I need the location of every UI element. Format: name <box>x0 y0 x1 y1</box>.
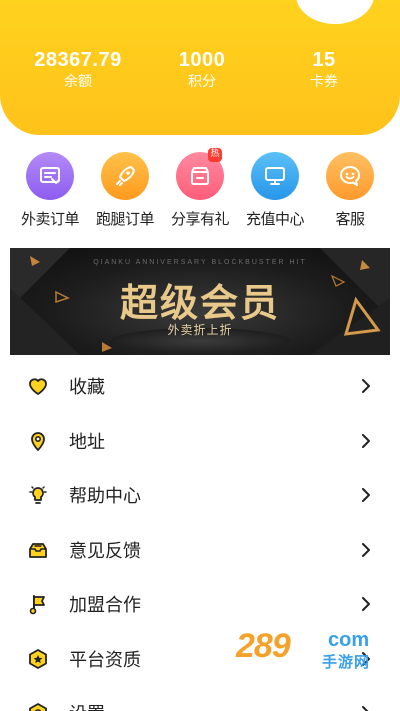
chevron-right-icon <box>359 433 373 448</box>
menu-label-favorites: 收藏 <box>69 377 105 399</box>
lightbulb-icon <box>27 484 49 506</box>
points-stat[interactable]: 1000 积分 <box>156 48 248 92</box>
takeout-orders-button[interactable]: 外卖订单 <box>14 152 86 232</box>
recharge-center-button[interactable]: 充值中心 <box>239 152 311 232</box>
account-header: 28367.79 余额 1000 积分 15 卡券 <box>0 0 400 135</box>
chevron-right-icon <box>359 379 373 394</box>
customer-service-button[interactable]: 客服 <box>314 152 386 232</box>
coupons-value: 15 <box>312 49 336 71</box>
customer-service-label: 客服 <box>335 210 365 228</box>
menu-item-help-center[interactable]: 帮助中心 <box>0 468 400 523</box>
balance-value: 28367.79 <box>34 49 122 71</box>
menu-label-feedback: 意见反馈 <box>69 540 141 562</box>
feedback-box-icon <box>27 539 49 561</box>
chevron-right-icon <box>359 706 373 711</box>
account-stats: 28367.79 余额 1000 积分 15 卡券 <box>0 48 400 92</box>
menu-item-settings[interactable]: 设置 <box>0 686 400 711</box>
takeout-orders-label: 外卖订单 <box>20 210 80 228</box>
badge-icon <box>27 648 49 670</box>
points-label: 积分 <box>188 74 216 90</box>
banner-subtitle: QIANKU ANNIVERSARY BLOCKBUSTER HIT <box>93 259 307 266</box>
menu-item-address[interactable]: 地址 <box>0 414 400 469</box>
super-member-banner[interactable]: QIANKU ANNIVERSARY BLOCKBUSTER HIT 超级会员 … <box>10 248 390 355</box>
menu-item-favorites[interactable]: 收藏 <box>0 359 400 414</box>
points-value: 1000 <box>178 49 226 71</box>
recharge-center-label: 充值中心 <box>245 210 305 228</box>
gift-shop-icon: 热 <box>176 148 224 200</box>
watermark-text: 手游网 <box>322 653 371 671</box>
share-gift-label: 分享有礼 <box>170 210 230 228</box>
balance-stat[interactable]: 28367.79 余额 <box>0 48 156 92</box>
heart-icon <box>27 375 49 397</box>
chevron-right-icon <box>359 597 373 612</box>
menu-label-franchise: 加盟合作 <box>69 595 141 617</box>
banner-tagline: 外卖折上折 <box>167 323 233 337</box>
flag-icon <box>27 593 49 615</box>
watermark-suffix: com <box>328 629 370 651</box>
smile-chat-icon <box>326 152 374 200</box>
quick-actions: 外卖订单 跑腿订单 热 分享有礼 充值中心 客服 <box>0 148 400 232</box>
avatar[interactable] <box>296 0 374 24</box>
watermark-number: 289 <box>236 627 291 665</box>
rocket-icon <box>101 152 149 200</box>
banner-title: 超级会员 <box>119 281 280 325</box>
site-watermark: 289 com 手游网 <box>236 627 386 675</box>
chevron-right-icon <box>359 542 373 557</box>
coupons-stat[interactable]: 15 卡券 <box>248 48 400 92</box>
share-gift-button[interactable]: 热 分享有礼 <box>164 148 236 232</box>
coupons-label: 卡券 <box>310 74 338 90</box>
balance-label: 余额 <box>64 74 92 90</box>
gear-icon <box>27 702 49 711</box>
location-icon <box>27 430 49 452</box>
errand-orders-button[interactable]: 跑腿订单 <box>89 152 161 232</box>
menu-item-feedback[interactable]: 意见反馈 <box>0 523 400 578</box>
receipt-icon <box>26 152 74 200</box>
errand-orders-label: 跑腿订单 <box>95 210 155 228</box>
chevron-right-icon <box>359 488 373 503</box>
monitor-icon <box>251 152 299 200</box>
menu-label-help-center: 帮助中心 <box>69 486 141 508</box>
menu-label-address: 地址 <box>69 431 105 453</box>
hot-badge: 热 <box>208 148 222 162</box>
menu-label-settings: 设置 <box>69 700 359 711</box>
menu-item-franchise[interactable]: 加盟合作 <box>0 577 400 632</box>
